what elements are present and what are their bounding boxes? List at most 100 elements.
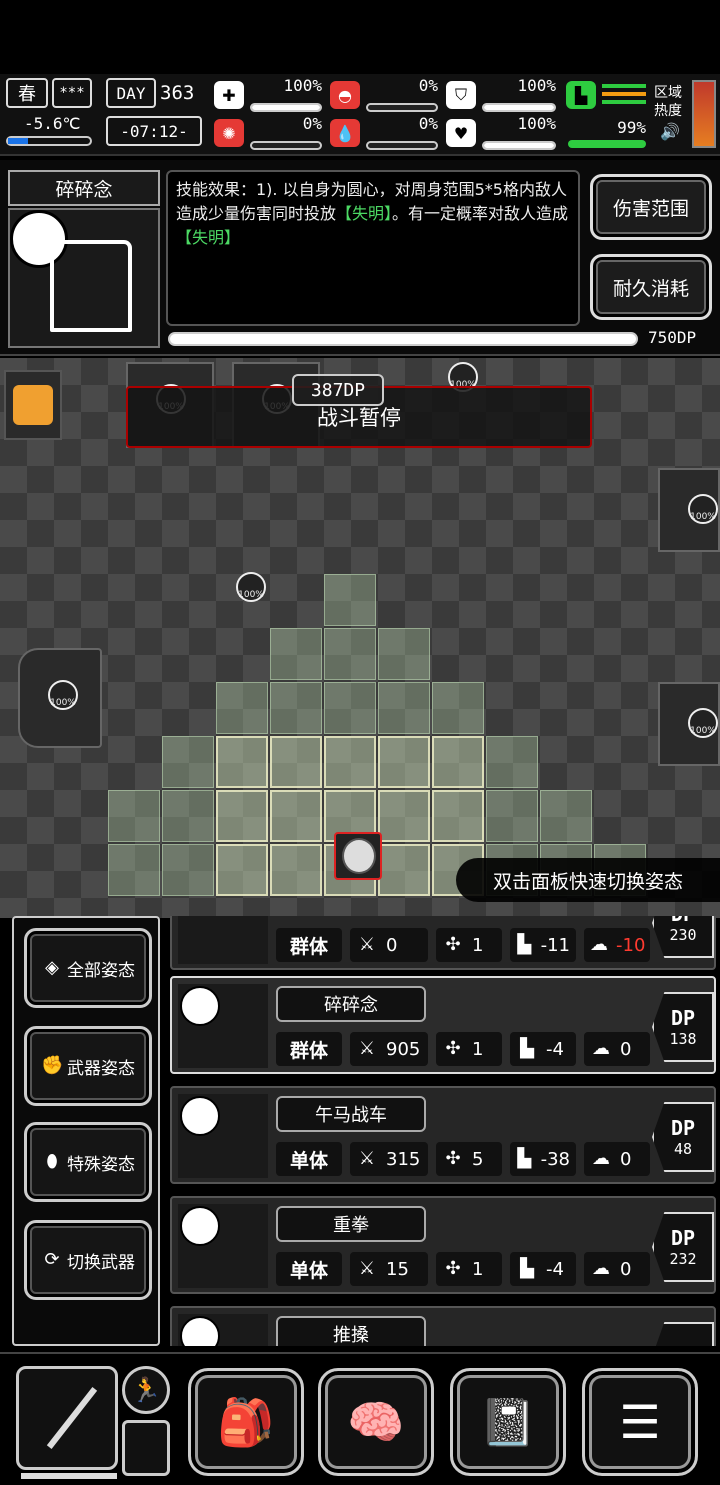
fist-icon: ✊ [41,1055,64,1076]
bleeding-bar [366,141,438,150]
skill-card[interactable]: 午马战车 单体 ⚔ 315 ✣ 5 ▙ -38 ☁ 0 DP 48 [170,1086,716,1184]
range-tile[interactable] [378,628,430,680]
special-stance-button[interactable]: ⬮ 特殊姿态 [24,1122,152,1202]
range-tile[interactable] [270,628,322,680]
list-icon: ☰ [619,1395,661,1449]
flee-button[interactable] [4,370,62,440]
range-tile[interactable] [162,736,214,788]
skills-button[interactable]: 🧠 [318,1368,434,1476]
area-of-effect-tile[interactable] [378,790,430,842]
weapon-stance-button[interactable]: ✊ 武器姿态 [24,1026,152,1106]
blood-drop-icon: 💧 [330,119,360,147]
range-tile[interactable] [540,790,592,842]
inventory-button[interactable]: 🎒 [188,1368,304,1476]
range-tile[interactable] [216,682,268,734]
hunger-stat: ◓ 0% [330,76,440,112]
status-bar: 春 *** -5.6℃ DAY 363 -07:12- ✚ 100% ◓ 0% … [0,74,720,156]
skill-stats: 单体 ⚔ 15 ✣ 1 ▙ -4 ☁ 0 [276,1252,650,1286]
range-tile[interactable] [432,682,484,734]
brain-icon: 🧠 [347,1395,405,1449]
chant-icon [50,240,132,332]
range-tile[interactable] [324,628,376,680]
mood-value: 100% [517,114,556,133]
durability-cost: -4 [546,1258,564,1280]
area-of-effect-tile[interactable] [432,790,484,842]
dp-cost: 232 [669,1250,697,1268]
hit-count: 1 [472,934,484,956]
player-avatar[interactable] [334,832,382,880]
boot-icon: ▙ [517,934,532,955]
skill-name: 碎碎念 [276,986,426,1022]
search-marker-icon[interactable]: 100% [48,680,78,710]
search-marker-icon[interactable]: 100% [688,708,718,738]
virus-icon: ✺ [214,119,244,147]
search-marker-icon[interactable]: 100% [236,572,266,602]
range-tile[interactable] [108,790,160,842]
grenade-icon: ⬮ [46,1151,58,1172]
mood-stat: ♥ 100% [446,114,558,150]
season-badge: 春 [6,78,48,108]
range-tile[interactable] [486,790,538,842]
area-of-effect-tile[interactable] [324,736,376,788]
area-of-effect-tile[interactable] [216,736,268,788]
area-of-effect-tile[interactable] [216,790,268,842]
skill-list[interactable]: 群体 ⚔0 ✣1 ▙-11 ☁-10 DP230 碎碎念 群体 ⚔905 ✣1 … [164,916,720,1346]
sound-icon[interactable]: 🔊 [660,122,680,141]
area-of-effect-tile[interactable] [270,736,322,788]
range-tile[interactable] [324,574,376,626]
skill-card[interactable]: 推搡 DP [170,1306,716,1346]
sanity-cost: 0 [620,1148,632,1170]
quick-slot[interactable] [122,1420,170,1476]
brain-icon: ☁ [592,1258,610,1279]
range-tile[interactable] [162,844,214,896]
attack-value: 315 [386,1148,421,1170]
area-of-effect-tile[interactable] [432,736,484,788]
damage-range-button[interactable]: 伤害范围 [590,174,712,240]
health-value: 100% [283,76,322,95]
day-label: DAY [106,78,156,108]
dp-cost-tag: DP 232 [652,1212,714,1282]
weapon-slot[interactable] [16,1366,118,1479]
range-tile[interactable] [162,790,214,842]
range-tile[interactable] [324,682,376,734]
skill-card-selected[interactable]: 碎碎念 群体 ⚔ 905 ✣ 1 ▙ -4 ☁ 0 DP 138 [170,976,716,1074]
area-of-effect-tile[interactable] [378,736,430,788]
all-stances-button[interactable]: ◈ 全部姿态 [24,928,152,1008]
boot-icon: ▙ [566,81,596,109]
shield-icon: ⛉ [446,81,476,109]
running-man-icon [13,385,53,425]
battle-map[interactable]: 100% 100% 100% 100% 100% 100% 100% 战斗暂停 … [0,358,720,918]
durability-cost-button[interactable]: 耐久消耗 [590,254,712,320]
boot-icon: ▙ [520,1258,534,1279]
armor-stat: ⛉ 100% [446,76,558,112]
hunger-bar [366,103,438,112]
clock: -07:12- [106,116,202,146]
range-tile[interactable] [486,736,538,788]
area-of-effect-tile[interactable] [270,790,322,842]
sanity-cost: 0 [620,1258,632,1280]
skill-card[interactable]: 重拳 单体 ⚔ 15 ✣ 1 ▙ -4 ☁ 0 DP 232 [170,1196,716,1294]
skill-card[interactable]: 群体 ⚔ 0 ✣ 1 ▙ -11 ☁ -10 DP230 [170,916,716,970]
range-tile[interactable] [378,682,430,734]
area-of-effect-tile[interactable] [378,844,430,896]
area-of-effect-tile[interactable] [216,844,268,896]
bleeding-value: 0% [418,114,438,133]
area-of-effect-tile[interactable] [270,844,322,896]
journal-button[interactable]: 📓 [450,1368,566,1476]
hits-icon: ✣ [445,1148,461,1169]
weapon-badge-icon [180,986,220,1026]
hunger-value: 0% [418,76,438,95]
hits-icon: ✣ [445,934,461,955]
durability-cost: -38 [540,1148,570,1170]
stance-toggle[interactable]: 🏃 [122,1366,170,1414]
sanity-cost: -10 [616,934,646,956]
menu-button[interactable]: ☰ [582,1368,698,1476]
search-marker-icon[interactable]: 100% [688,494,718,524]
stance-label: 武器姿态 [67,1058,135,1079]
range-tile[interactable] [108,844,160,896]
switch-weapon-button[interactable]: ⟳ 切换武器 [24,1220,152,1300]
armor-value: 100% [517,76,556,95]
dp-cost: 48 [673,1140,693,1158]
range-tile[interactable] [270,682,322,734]
boot-icon: ▙ [517,1148,532,1169]
